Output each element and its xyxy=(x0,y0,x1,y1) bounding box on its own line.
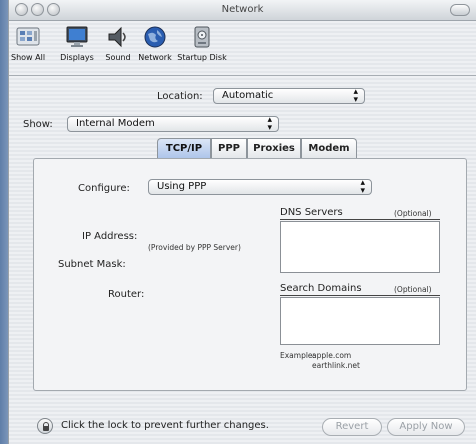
toolbar-network[interactable]: Network xyxy=(135,25,175,62)
toolbar-sound[interactable]: Sound xyxy=(101,25,135,62)
apply-now-button[interactable]: Apply Now xyxy=(387,418,465,436)
toolbar-label-startup-disk: Startup Disk xyxy=(177,53,227,62)
ip-address-note: (Provided by PPP Server) xyxy=(148,243,241,252)
dns-optional-label: (Optional) xyxy=(394,209,432,218)
show-value: Internal Modem xyxy=(76,118,155,129)
network-globe-icon xyxy=(142,25,168,49)
subnet-mask-label: Subnet Mask: xyxy=(58,259,126,270)
speaker-icon xyxy=(105,25,131,49)
example-label: Example: xyxy=(280,351,316,360)
display-icon xyxy=(64,25,90,49)
tab-tcpip[interactable]: TCP/IP xyxy=(157,138,211,158)
updown-arrows-icon: ▴ ▾ xyxy=(267,115,272,133)
network-preferences-window: Network Show All Displays Sound Network … xyxy=(8,0,476,444)
window-title: Network xyxy=(221,4,264,15)
toolbar-displays[interactable]: Displays xyxy=(57,25,97,62)
search-header-divider xyxy=(280,295,440,296)
toolbar-show-all[interactable]: Show All xyxy=(11,25,45,62)
revert-button[interactable]: Revert xyxy=(322,418,382,436)
tab-modem[interactable]: Modem xyxy=(301,138,357,158)
tab-ppp[interactable]: PPP xyxy=(211,138,247,158)
example-line-2: earthlink.net xyxy=(312,361,360,370)
search-optional-label: (Optional) xyxy=(394,285,432,294)
dns-servers-field[interactable] xyxy=(280,221,440,273)
dns-servers-label: DNS Servers xyxy=(280,207,343,218)
location-popup[interactable]: Automatic ▴ ▾ xyxy=(213,87,365,105)
lock-body xyxy=(43,426,49,431)
tcpip-panel: Configure: Using PPP ▴ ▾ IP Address: (Pro… xyxy=(33,158,467,391)
lock-icon[interactable] xyxy=(37,418,53,434)
location-value: Automatic xyxy=(222,90,274,101)
search-domains-field[interactable] xyxy=(280,297,440,345)
dns-header-divider xyxy=(280,219,440,220)
router-label: Router: xyxy=(108,289,145,300)
updown-arrows-icon: ▴ ▾ xyxy=(360,178,365,196)
toolbar-startup-disk[interactable]: Startup Disk xyxy=(177,25,227,62)
configure-value: Using PPP xyxy=(157,181,207,192)
toolbar-label-sound: Sound xyxy=(105,53,131,62)
configure-popup[interactable]: Using PPP ▴ ▾ xyxy=(148,178,372,196)
preferences-toolbar: Show All Displays Sound Network Startup … xyxy=(9,21,476,76)
example-line-1: apple.com xyxy=(312,351,352,360)
toolbar-label-show-all: Show All xyxy=(11,53,46,62)
ip-address-label: IP Address: xyxy=(82,231,138,242)
toolbar-toggle-button[interactable] xyxy=(450,4,470,16)
lock-message: Click the lock to prevent further change… xyxy=(61,420,269,431)
configure-label: Configure: xyxy=(78,183,130,194)
tab-proxies[interactable]: Proxies xyxy=(247,138,301,158)
disk-icon xyxy=(189,25,215,49)
show-all-icon xyxy=(15,25,41,49)
search-domains-label: Search Domains xyxy=(280,283,362,294)
toolbar-label-displays: Displays xyxy=(60,53,94,62)
title-bar: Network xyxy=(9,0,476,21)
updown-arrows-icon: ▴ ▾ xyxy=(353,87,358,105)
location-label: Location: xyxy=(157,91,203,102)
toolbar-label-network: Network xyxy=(138,53,172,62)
show-label: Show: xyxy=(23,119,53,130)
show-popup[interactable]: Internal Modem ▴ ▾ xyxy=(67,115,279,133)
